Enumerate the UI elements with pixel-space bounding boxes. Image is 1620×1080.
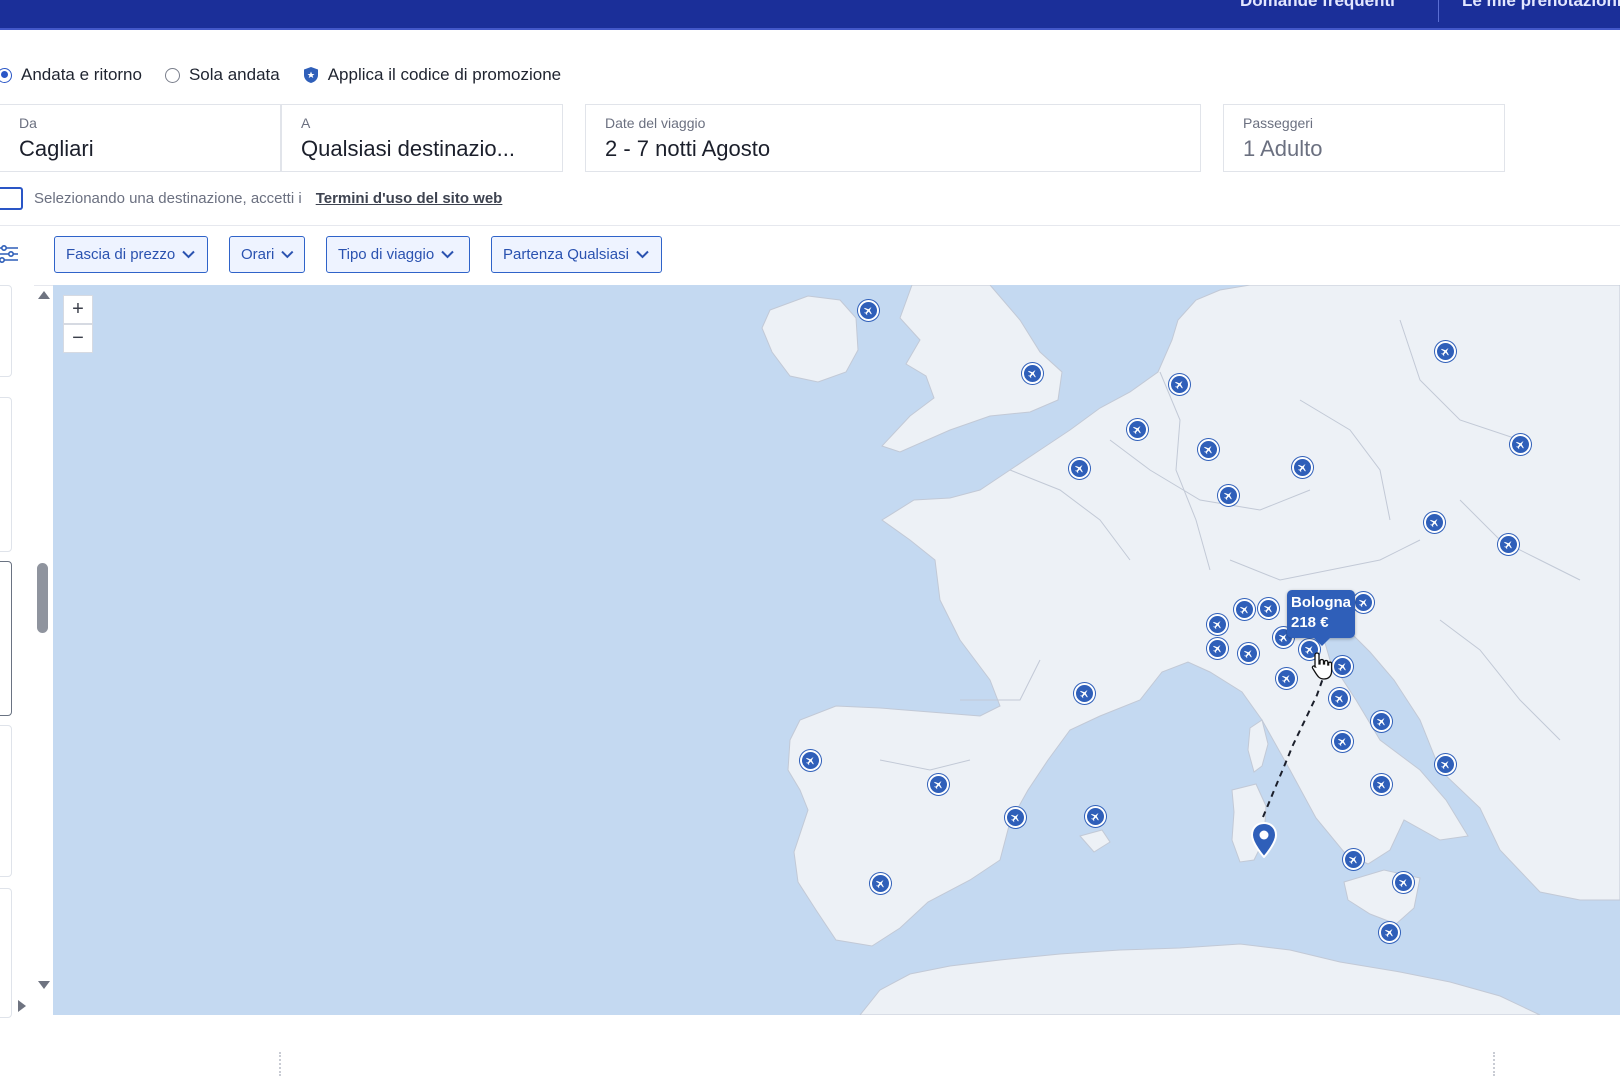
terms-text: Selezionando una destinazione, accetti i (34, 189, 302, 207)
tooltip-price: 218 € (1291, 614, 1329, 631)
list-item[interactable] (0, 397, 12, 552)
origin-value: Cagliari (19, 136, 94, 161)
route-line (1262, 666, 1328, 818)
origin-label: Da (19, 115, 37, 131)
list-item[interactable] (0, 725, 12, 877)
passengers-value: 1 Adulto (1243, 136, 1323, 161)
scroll-up-arrow[interactable] (38, 291, 50, 299)
round-trip-option[interactable]: Andata e ritorno (0, 65, 142, 85)
terms-link[interactable]: Termini d'uso del sito web (316, 190, 503, 207)
one-way-option[interactable]: Sola andata (164, 65, 280, 85)
list-item[interactable] (0, 285, 12, 377)
trip-type-filter[interactable]: Tipo di viaggio (326, 236, 470, 273)
hand-pointer-icon (1311, 652, 1333, 680)
promo-code-label: Applica il codice di promozione (327, 65, 562, 84)
list-item[interactable] (0, 561, 12, 716)
chevron-down-icon (441, 250, 454, 259)
price-range-filter-label: Fascia di prezzo (66, 246, 176, 263)
scroll-right-arrow[interactable] (18, 1000, 26, 1012)
origin-field[interactable]: Da Cagliari (0, 104, 281, 172)
faq-link[interactable]: Domande frequenti (1240, 0, 1395, 11)
scroll-down-arrow[interactable] (38, 981, 50, 989)
my-bookings-link[interactable]: Le mie prenotazioni (1462, 0, 1620, 11)
destination-tooltip[interactable]: Bologna 218 € (1287, 590, 1355, 646)
sliders-icon[interactable] (0, 244, 18, 264)
one-way-label: Sola andata (188, 65, 280, 84)
departure-filter-label: Partenza Qualsiasi (503, 246, 629, 263)
passengers-label: Passeggeri (1243, 115, 1314, 131)
shield-badge-icon (303, 67, 318, 83)
travel-dates-label: Date del viaggio (605, 115, 706, 131)
chevron-down-icon (636, 250, 649, 259)
price-range-filter[interactable]: Fascia di prezzo (54, 236, 208, 273)
travel-dates-field[interactable]: Date del viaggio 2 - 7 notti Agosto (585, 104, 1201, 172)
trip-type-options: Andata e ritorno Sola andata Applica il … (0, 62, 584, 88)
times-filter-label: Orari (241, 246, 275, 263)
trip-type-filter-label: Tipo di viaggio (338, 246, 435, 263)
destination-value: Qualsiasi destinazio... (301, 136, 515, 161)
map-marker-icon (1250, 822, 1278, 858)
passengers-field[interactable]: Passeggeri 1 Adulto (1223, 104, 1505, 172)
round-trip-label: Andata e ritorno (21, 65, 142, 84)
travel-dates-value: 2 - 7 notti Agosto (605, 136, 771, 161)
times-filter[interactable]: Orari (229, 236, 305, 273)
section-divider (0, 225, 1620, 226)
results-scrollbar[interactable] (36, 285, 50, 1000)
nav-divider (1438, 0, 1439, 22)
divider-mark (279, 1052, 281, 1076)
one-way-radio[interactable] (164, 67, 180, 83)
chevron-down-icon (281, 250, 294, 259)
destination-label: A (301, 115, 311, 131)
top-navigation-bar: Domande frequenti Le mie prenotazioni (0, 0, 1620, 30)
terms-consent: Selezionando una destinazione, accetti i… (0, 185, 502, 211)
promo-code-option[interactable]: Applica il codice di promozione (303, 65, 561, 85)
tooltip-city: Bologna (1291, 594, 1351, 611)
terms-checkbox[interactable] (0, 186, 23, 210)
scroll-thumb[interactable] (37, 563, 48, 633)
destination-map[interactable]: + − Bologna 218 € (53, 285, 1620, 1015)
divider-mark (1493, 1052, 1495, 1076)
departure-filter[interactable]: Partenza Qualsiasi (491, 236, 662, 273)
destination-field[interactable]: A Qualsiasi destinazio... (281, 104, 563, 172)
round-trip-radio[interactable] (0, 67, 12, 83)
list-item[interactable] (0, 888, 12, 1018)
results-list (0, 285, 34, 1018)
chevron-down-icon (182, 250, 195, 259)
